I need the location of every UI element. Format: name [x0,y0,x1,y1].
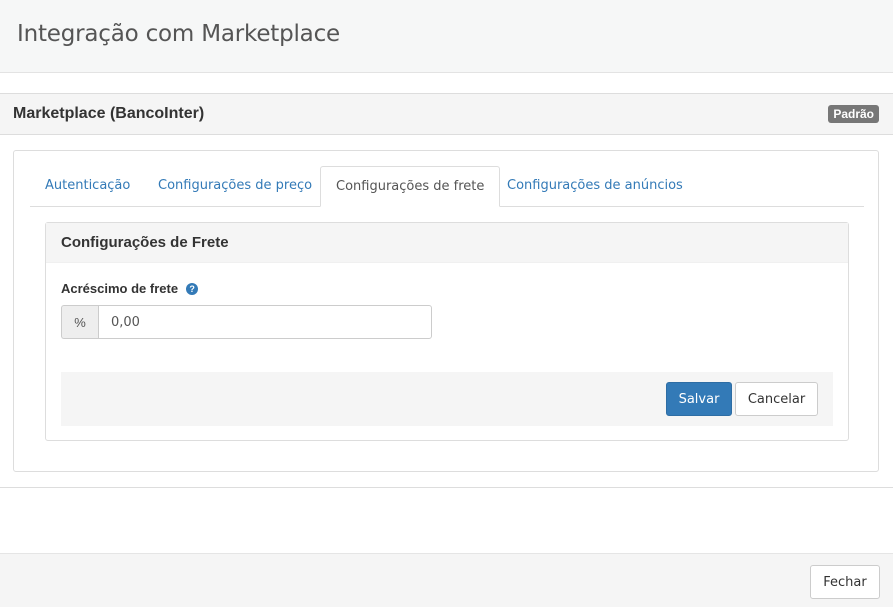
percent-addon: % [61,305,98,339]
question-circle-icon[interactable]: ? [186,282,199,295]
shipping-surcharge-label: Acréscimo de frete ? [61,281,199,296]
shipping-surcharge-input[interactable] [98,305,432,339]
modal: Integração com Marketplace Marketplace (… [0,0,893,607]
form-actions: Salvar Cancelar [61,372,833,426]
shipping-surcharge-label-text: Acréscimo de frete [61,281,179,296]
cancel-button[interactable]: Cancelar [735,382,818,416]
settings-panel: Autenticação Configurações de preço Conf… [13,150,879,472]
marketplace-title: Marketplace (BancoInter) [13,105,205,122]
close-button[interactable]: Fechar [810,565,880,599]
modal-header: Integração com Marketplace [0,0,893,73]
tab-price-settings[interactable]: Configurações de preço [143,166,327,207]
tab-listing-settings[interactable]: Configurações de anúncios [492,166,698,207]
settings-tabs: Autenticação Configurações de preço Conf… [30,166,864,207]
shipping-panel-heading: Configurações de Frete [46,223,848,263]
marketplace-section-header: Marketplace (BancoInter) Padrão [0,93,893,135]
modal-footer: Fechar [0,553,893,607]
tab-shipping-settings[interactable]: Configurações de frete [320,166,501,207]
tab-authentication[interactable]: Autenticação [30,166,145,207]
shipping-surcharge-input-group: % [61,305,432,339]
default-badge: Padrão [828,105,879,123]
shipping-panel: Configurações de Frete Acréscimo de fret… [45,222,849,441]
save-button[interactable]: Salvar [666,382,732,416]
shipping-panel-title: Configurações de Frete [61,234,229,251]
section-divider [0,487,893,488]
modal-title: Integração com Marketplace [17,21,340,47]
